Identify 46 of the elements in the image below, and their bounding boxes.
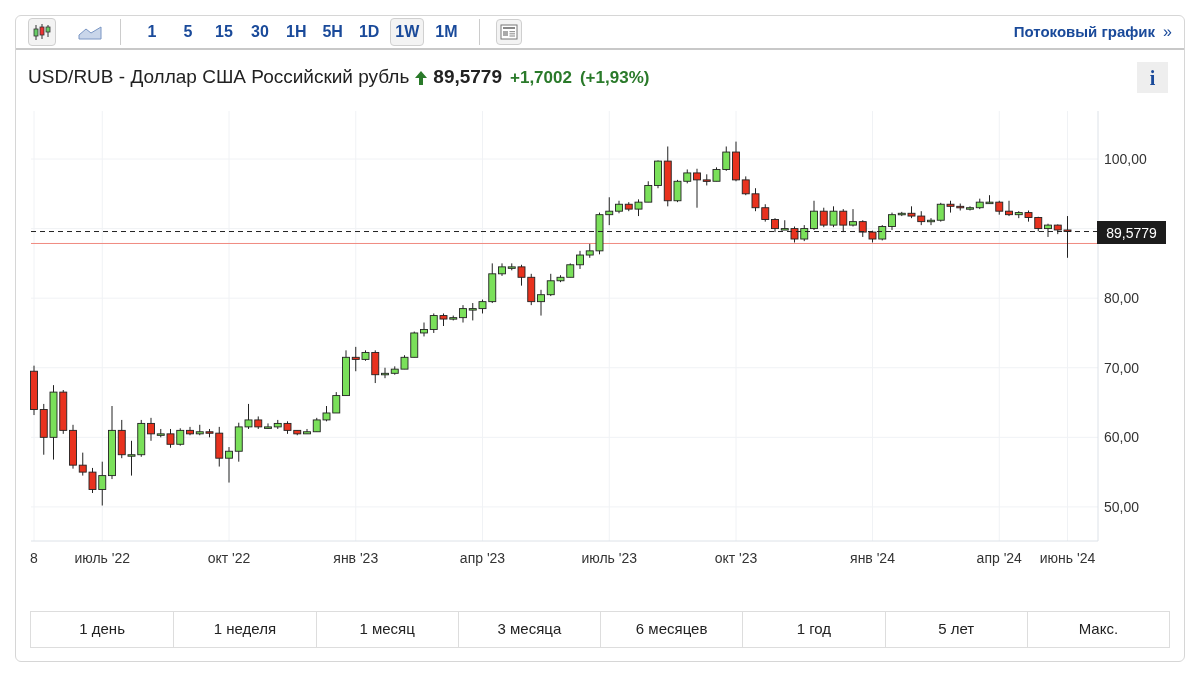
current-price-label: 89,5779 — [1097, 221, 1166, 244]
candlestick — [264, 422, 272, 430]
axis-label: окт '23 — [714, 550, 758, 566]
interval-button[interactable]: 15 — [209, 18, 239, 46]
candlestick — [459, 304, 467, 324]
interval-button[interactable]: 1W — [390, 18, 425, 46]
layout-icon[interactable] — [495, 19, 522, 45]
price-change: +1,7002 — [510, 66, 572, 89]
price-value: 89,5779 — [433, 65, 502, 90]
axis-label: апр '24 — [976, 550, 1022, 566]
axis-label: янв '23 — [333, 550, 379, 566]
candlestick — [147, 417, 155, 442]
interval-button[interactable]: 1H — [281, 18, 312, 46]
candlestick — [1044, 223, 1052, 238]
axis-label: 50,00 — [1104, 498, 1140, 515]
axis-label: июнь '24 — [1039, 550, 1096, 566]
axis-label: июль '23 — [581, 550, 638, 566]
axis-label: окт '22 — [207, 550, 251, 566]
interval-button[interactable]: 30 — [245, 18, 275, 46]
axis-label: июль '22 — [74, 550, 131, 566]
candlestick — [810, 200, 818, 231]
candlestick — [1005, 200, 1013, 217]
axis-label: 80,00 — [1104, 290, 1140, 307]
interval-button[interactable]: 1M — [430, 18, 463, 46]
interval-button[interactable]: 5H — [317, 18, 348, 46]
axis-label: 60,00 — [1104, 429, 1140, 446]
candlestick — [693, 168, 701, 209]
interval-button[interactable]: 1 — [137, 18, 167, 46]
candlestick — [186, 426, 194, 436]
candlestick — [225, 446, 233, 484]
candlestick — [420, 322, 428, 337]
instrument-title: USD/RUB - Доллар США Российский рубль — [28, 65, 410, 90]
axis-label: янв '24 — [850, 550, 895, 566]
candlestick — [576, 250, 584, 270]
interval-button[interactable]: 1D — [353, 18, 385, 46]
axis-label: 8 — [30, 550, 38, 566]
axis-label: 100,00 — [1104, 151, 1147, 167]
price-change-percent: (+1,93%) — [579, 66, 650, 89]
info-button[interactable]: i — [1137, 62, 1168, 93]
candlestick — [849, 208, 857, 227]
interval-button[interactable]: 5 — [173, 18, 203, 46]
candlestick — [537, 289, 545, 317]
streaming-chart-link[interactable]: Потоковый график » — [1013, 20, 1172, 44]
axis-label: апр '23 — [459, 550, 506, 566]
candlestick-icon[interactable] — [28, 18, 56, 46]
axis-label: 70,00 — [1104, 359, 1140, 376]
